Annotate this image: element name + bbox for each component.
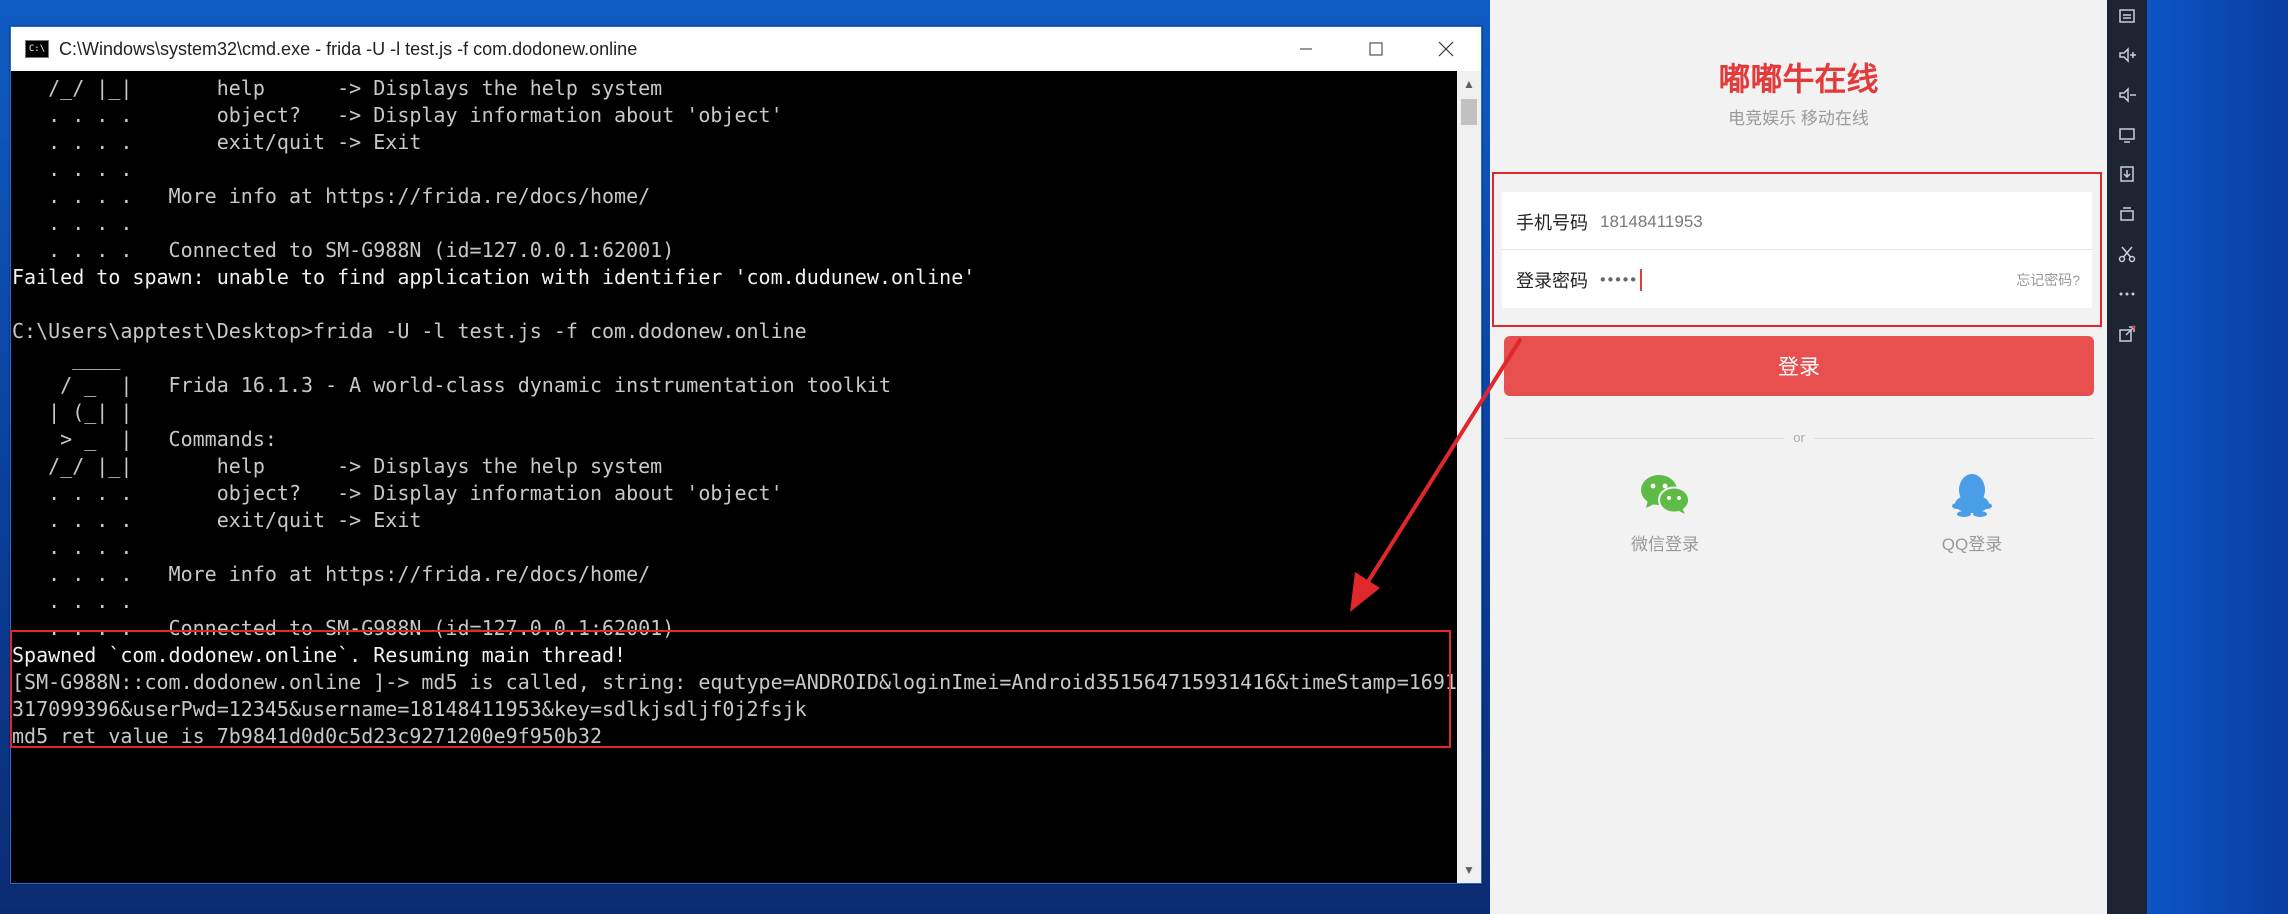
password-input[interactable]: ••••• (1600, 269, 2016, 291)
terminal-line: . . . . (12, 589, 133, 613)
terminal-line: . . . . (12, 211, 133, 235)
phone-row[interactable]: 手机号码 18148411953 (1502, 194, 2092, 250)
terminal-line: . . . . exit/quit -> Exit (12, 130, 422, 154)
cmd-titlebar[interactable]: C:\ C:\Windows\system32\cmd.exe - frida … (11, 27, 1481, 71)
terminal-line: | (_| | (12, 400, 133, 424)
password-label: 登录密码 (1516, 271, 1588, 291)
terminal-line: . . . . (12, 157, 133, 181)
share-out-icon[interactable] (2115, 322, 2139, 346)
keyboard-icon[interactable] (2115, 4, 2139, 28)
app-title: 嘟嘟牛在线 (1718, 61, 1879, 97)
cmd-window: C:\ C:\Windows\system32\cmd.exe - frida … (10, 26, 1482, 884)
terminal-line: . . . . (12, 535, 133, 559)
install-apk-icon[interactable] (2115, 162, 2139, 186)
terminal-line: C:\Users\apptest\Desktop>frida -U -l tes… (12, 319, 807, 343)
terminal-line: . . . . object? -> Display information a… (12, 103, 783, 127)
volume-up-icon[interactable] (2115, 43, 2139, 67)
minimize-icon (1300, 48, 1312, 50)
text-caret (1640, 269, 1643, 291)
cmd-output[interactable]: /_/ |_| help -> Displays the help system… (11, 71, 1457, 883)
screen-icon[interactable] (2115, 123, 2139, 147)
wechat-login-button[interactable]: 微信登录 (1585, 470, 1745, 555)
cmd-app-icon: C:\ (25, 40, 49, 58)
maximize-icon (1369, 42, 1383, 56)
scrollbar-thumb[interactable] (1461, 99, 1477, 125)
app-subtitle: 电竞娱乐 移动在线 (1728, 109, 1869, 128)
scissors-icon[interactable] (2115, 242, 2139, 266)
desktop-background (2147, 0, 2288, 914)
terminal-line: > _ | Commands: (12, 427, 277, 451)
qq-icon (1892, 470, 2052, 520)
login-button[interactable]: 登录 (1504, 336, 2094, 396)
maximize-button[interactable] (1341, 27, 1411, 71)
terminal-line: Failed to spawn: unable to find applicat… (12, 265, 976, 289)
password-mask: ••••• (1600, 271, 1639, 289)
terminal-line: . . . . More info at https://frida.re/do… (12, 184, 651, 208)
cmd-scrollbar[interactable]: ▲ ▼ (1457, 71, 1481, 883)
terminal-line: / _ | Frida 16.1.3 - A world-class dynam… (12, 373, 891, 397)
close-button[interactable] (1411, 27, 1481, 71)
wechat-icon (1585, 470, 1745, 520)
qq-login-button[interactable]: QQ登录 (1892, 470, 2052, 555)
forgot-password-link[interactable]: 忘记密码? (2016, 270, 2080, 290)
terminal-line: 317099396&userPwd=12345&username=1814841… (12, 697, 807, 721)
shake-icon[interactable] (2115, 202, 2139, 226)
terminal-line: [SM-G988N::com.dodonew.online ]-> md5 is… (12, 670, 1457, 694)
terminal-line: . . . . Connected to SM-G988N (id=127.0.… (12, 616, 675, 640)
phone-input[interactable]: 18148411953 (1600, 212, 2092, 232)
terminal-line: ____ (12, 346, 121, 370)
more-icon[interactable] (2115, 282, 2139, 306)
terminal-line: . . . . More info at https://frida.re/do… (12, 562, 651, 586)
password-row[interactable]: 登录密码 ••••• 忘记密码? (1502, 252, 2092, 308)
qq-login-label: QQ登录 (1941, 535, 2003, 554)
or-divider: or (1504, 428, 2094, 448)
terminal-line: . . . . Connected to SM-G988N (id=127.0.… (12, 238, 675, 262)
phone-login-screen: 嘟嘟牛在线 电竞娱乐 移动在线 手机号码 18148411953 登录密码 ••… (1490, 0, 2107, 914)
wechat-login-label: 微信登录 (1631, 535, 1699, 554)
divider-line (1814, 438, 2094, 439)
scroll-up-icon[interactable]: ▲ (1457, 71, 1481, 97)
scroll-down-icon[interactable]: ▼ (1457, 857, 1481, 883)
login-form: 手机号码 18148411953 登录密码 ••••• 忘记密码? (1502, 192, 2092, 308)
close-icon (1438, 41, 1454, 57)
terminal-line: md5 ret value is 7b9841d0d0c5d23c9271200… (12, 724, 603, 748)
terminal-line: Spawned `com.dodonew.online`. Resuming m… (12, 643, 627, 667)
terminal-line: /_/ |_| help -> Displays the help system (12, 454, 663, 478)
terminal-line: /_/ |_| help -> Displays the help system (12, 76, 663, 100)
cmd-window-title: C:\Windows\system32\cmd.exe - frida -U -… (59, 38, 638, 59)
terminal-line: . . . . exit/quit -> Exit (12, 508, 422, 532)
phone-label: 手机号码 (1516, 212, 1588, 233)
volume-down-icon[interactable] (2115, 83, 2139, 107)
terminal-line: . . . . object? -> Display information a… (12, 481, 783, 505)
minimize-button[interactable] (1271, 27, 1341, 71)
emulator-toolbar (2107, 0, 2147, 914)
